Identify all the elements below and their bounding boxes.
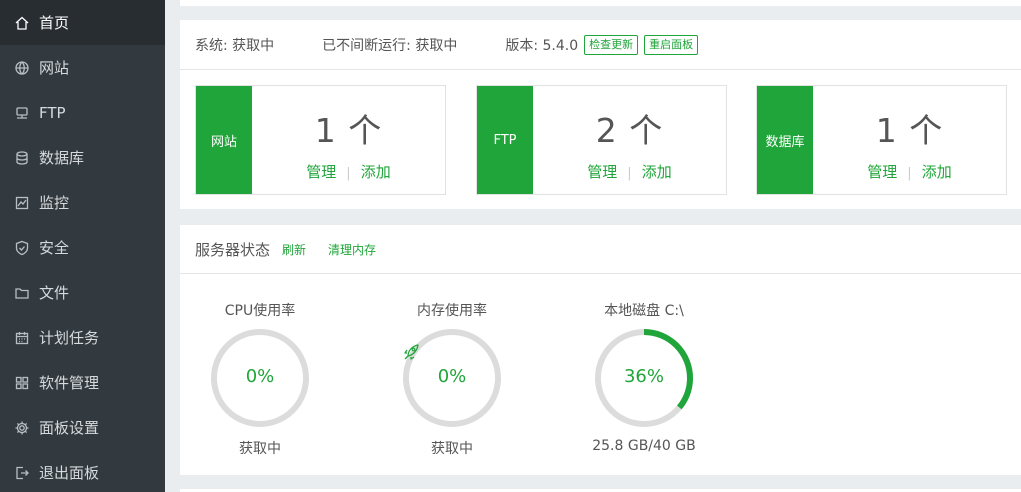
sidebar-item-label: 计划任务 [39, 329, 100, 347]
link-divider: | [907, 166, 912, 181]
sidebar-item-cron[interactable]: 计划任务 [0, 315, 165, 360]
sidebar: 首页 网站 FTP 数据库 监控 安全 文件 计划任务 软件管理 面板设置 退出… [0, 0, 165, 492]
card-links: 管理 | 添加 [533, 161, 726, 182]
sidebar-item-security[interactable]: 安全 [0, 225, 165, 270]
database-icon [14, 150, 30, 166]
gauge-value: 0% [245, 366, 275, 387]
server-status-title: 服务器状态 [195, 240, 271, 259]
sidebar-item-ftp[interactable]: FTP [0, 90, 165, 135]
sidebar-item-label: FTP [39, 103, 66, 122]
gear-icon [14, 420, 30, 436]
memory-gauge: 内存使用率 0% 获取中 [372, 300, 532, 458]
gauge-ring[interactable]: 36% [594, 328, 694, 428]
manage-link[interactable]: 管理 [306, 163, 336, 181]
globe-icon [14, 60, 30, 76]
website-count-card: 网站 1 个 管理 | 添加 [195, 85, 446, 195]
cpu-gauge: CPU使用率 0% 获取中 [180, 300, 340, 458]
sidebar-item-label: 数据库 [39, 149, 85, 167]
add-link[interactable]: 添加 [922, 163, 952, 181]
sidebar-item-home[interactable]: 首页 [0, 0, 165, 45]
refresh-button[interactable]: 刷新 [282, 241, 306, 258]
add-link[interactable]: 添加 [361, 163, 391, 181]
shield-icon [14, 240, 30, 256]
main-content: 系统: 获取中 已不间断运行: 获取中 版本: 5.4.0 检查更新 重启面板 … [180, 0, 1021, 492]
sidebar-item-label: 软件管理 [39, 374, 100, 392]
sidebar-item-settings[interactable]: 面板设置 [0, 405, 165, 450]
gauge-value: 36% [623, 366, 664, 387]
sidebar-item-label: 面板设置 [39, 419, 100, 437]
ftp-count-card: FTP 2 个 管理 | 添加 [476, 85, 727, 195]
uptime-info: 已不间断运行: 获取中 [322, 37, 458, 54]
gauge-title: CPU使用率 [224, 303, 296, 319]
gauge-ring: 0% [402, 328, 502, 428]
overview-panel: 系统: 获取中 已不间断运行: 获取中 版本: 5.4.0 检查更新 重启面板 … [180, 20, 1021, 209]
top-panel-edge [180, 0, 1021, 6]
logout-icon [14, 465, 30, 481]
system-info: 系统: 获取中 [195, 37, 275, 54]
gauge-title: 本地磁盘 C:\ [604, 303, 684, 319]
gauge-value: 0% [437, 366, 467, 387]
card-label: 网站 [196, 86, 252, 194]
link-divider: | [627, 166, 632, 181]
sidebar-item-software[interactable]: 软件管理 [0, 360, 165, 405]
apps-icon [14, 375, 30, 391]
link-divider: | [346, 166, 351, 181]
sidebar-item-label: 安全 [39, 239, 70, 257]
disk-gauge: 本地磁盘 C:\ 36% 25.8 GB/40 GB [564, 300, 724, 454]
clear-memory-button[interactable]: 清理内存 [328, 241, 376, 258]
gauge-title: 内存使用率 [417, 303, 487, 319]
add-link[interactable]: 添加 [642, 163, 672, 181]
gauge-ring: 0% [210, 328, 310, 428]
calendar-icon [14, 330, 30, 346]
card-links: 管理 | 添加 [813, 161, 1006, 182]
sidebar-item-label: 退出面板 [39, 464, 100, 482]
gauge-footer: 获取中 [239, 441, 281, 457]
version-info: 版本: 5.4.0 [505, 37, 579, 54]
ftp-icon [14, 105, 30, 121]
sidebar-item-files[interactable]: 文件 [0, 270, 165, 315]
card-links: 管理 | 添加 [252, 161, 445, 182]
card-label: 数据库 [757, 86, 813, 194]
sidebar-item-monitor[interactable]: 监控 [0, 180, 165, 225]
card-count: 1 个 [314, 111, 383, 150]
sidebar-item-label: 首页 [39, 14, 70, 32]
sidebar-item-label: 监控 [39, 194, 70, 212]
manage-link[interactable]: 管理 [867, 163, 897, 181]
sidebar-item-label: 网站 [39, 59, 70, 77]
sidebar-item-logout[interactable]: 退出面板 [0, 450, 165, 492]
monitor-icon [14, 195, 30, 211]
sidebar-item-database[interactable]: 数据库 [0, 135, 165, 180]
card-count: 1 个 [875, 111, 944, 150]
card-label: FTP [477, 86, 533, 194]
gauge-footer: 获取中 [431, 441, 473, 457]
manage-link[interactable]: 管理 [587, 163, 617, 181]
restart-panel-button[interactable]: 重启面板 [644, 34, 699, 55]
system-status-line: 系统: 获取中 已不间断运行: 获取中 版本: 5.4.0 检查更新 重启面板 [180, 20, 1021, 70]
card-count: 2 个 [595, 111, 664, 150]
folder-icon [14, 285, 30, 301]
gauge-footer: 25.8 GB/40 GB [592, 438, 696, 454]
sidebar-item-website[interactable]: 网站 [0, 45, 165, 90]
database-count-card: 数据库 1 个 管理 | 添加 [756, 85, 1007, 195]
server-status-panel: 服务器状态 刷新 清理内存 CPU使用率 0% 获取中 内存使用率 0% 获取中… [180, 225, 1021, 475]
home-icon [14, 15, 30, 31]
sidebar-item-label: 文件 [39, 284, 70, 302]
server-status-header: 服务器状态 刷新 清理内存 [180, 225, 1021, 274]
check-update-button[interactable]: 检查更新 [584, 34, 639, 55]
